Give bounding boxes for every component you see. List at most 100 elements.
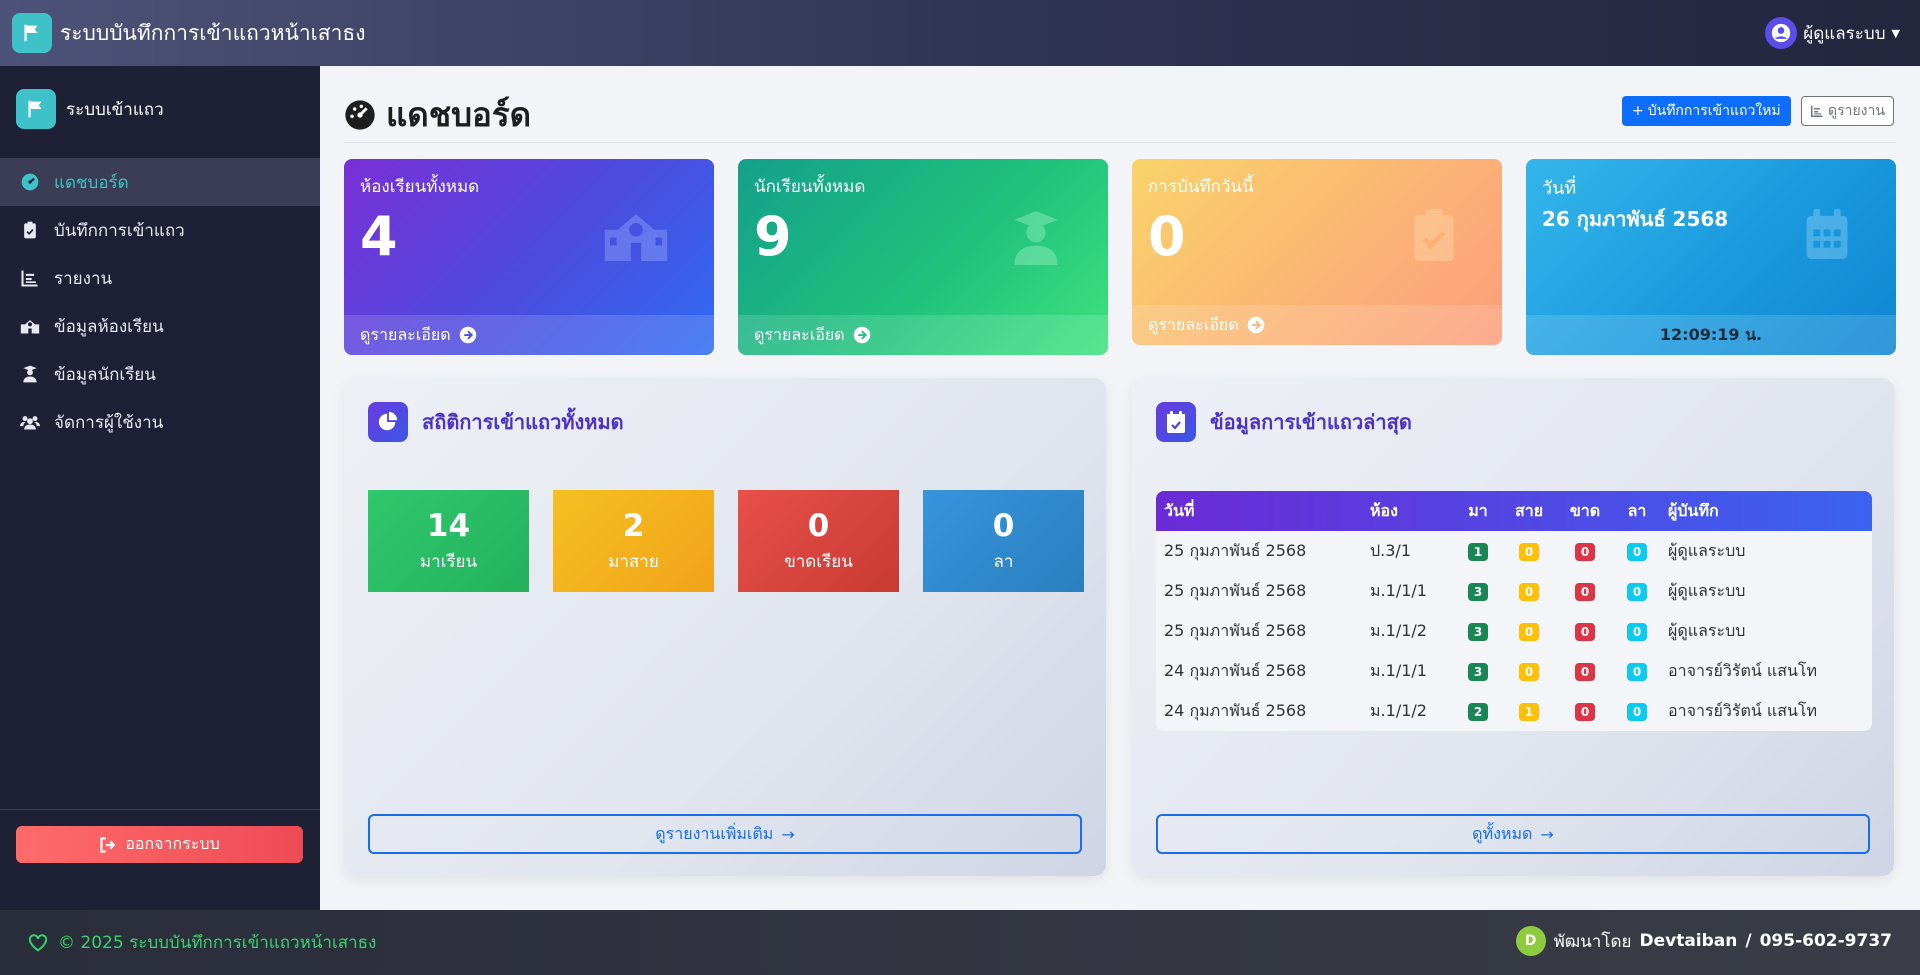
footer-developer: D พัฒนาโดย Devtaiban / 095-602-9737 bbox=[1515, 926, 1892, 956]
leave-stat: 0 ลา bbox=[923, 490, 1084, 592]
absent-stat: 0 ขาดเรียน bbox=[738, 490, 899, 592]
school-icon bbox=[20, 320, 40, 334]
view-all-button[interactable]: ดูทั้งหมด → bbox=[1156, 814, 1870, 854]
present-badge: 3 bbox=[1468, 583, 1488, 601]
sidebar-menu: แดชบอร์ด บันทึกการเข้าแถว รายงาน ข้อมูลห… bbox=[0, 158, 320, 446]
cell-date: 24 กุมภาพันธ์ 2568 bbox=[1164, 660, 1307, 680]
logout-button[interactable]: ออกจากระบบ bbox=[16, 826, 303, 863]
new-attendance-label: บันทึกการเข้าแถวใหม่ bbox=[1647, 103, 1781, 119]
user-menu[interactable]: ผู้ดูแลระบบ ▼ bbox=[1765, 17, 1900, 49]
arrow-circle-right-icon bbox=[459, 326, 476, 344]
leave-badge: 0 bbox=[1627, 703, 1647, 721]
sidebar-brand-name: ระบบเข้าแถว bbox=[66, 99, 164, 120]
plus-icon: + bbox=[1632, 103, 1644, 119]
card-footer-link[interactable]: ดูรายละเอียด bbox=[738, 315, 1108, 355]
flag-icon[interactable] bbox=[12, 13, 52, 53]
cell-date: 25 กุมภาพันธ์ 2568 bbox=[1164, 540, 1307, 560]
table-header-row: วันที่ ห้อง มา สาย ขาด ลา ผู้บันทึก bbox=[1156, 491, 1872, 531]
cell-date: 24 กุมภาพันธ์ 2568 bbox=[1164, 700, 1307, 720]
card-footer-link[interactable]: ดูรายละเอียด bbox=[1132, 305, 1502, 345]
tachometer-icon bbox=[345, 99, 375, 130]
column-header: ผู้บันทึก bbox=[1668, 500, 1719, 520]
present-badge: 3 bbox=[1468, 623, 1488, 641]
stat-label: ลา bbox=[993, 551, 1014, 572]
sidebar-item-users[interactable]: จัดการผู้ใช้งาน bbox=[0, 398, 320, 446]
teacher-icon bbox=[23, 365, 37, 383]
sidebar-item-dashboard[interactable]: แดชบอร์ด bbox=[0, 158, 320, 206]
chart-icon bbox=[1811, 105, 1823, 117]
more-report-button[interactable]: ดูรายงานเพิ่มเติม → bbox=[368, 814, 1082, 854]
view-report-label: ดูรายงาน bbox=[1828, 103, 1885, 119]
present-badge: 2 bbox=[1468, 703, 1488, 721]
late-stat: 2 มาสาย bbox=[553, 490, 714, 592]
clipboard-check-icon bbox=[1414, 209, 1454, 261]
caret-down-icon: ▼ bbox=[1891, 26, 1900, 40]
card-label: ห้องเรียนทั้งหมด bbox=[360, 177, 480, 197]
card-footer-label: ดูรายละเอียด bbox=[754, 324, 845, 344]
card-label: นักเรียนทั้งหมด bbox=[754, 177, 866, 197]
panel-title: สถิติการเข้าแถวทั้งหมด bbox=[422, 410, 624, 434]
sidebar-item-attendance[interactable]: บันทึกการเข้าแถว bbox=[0, 206, 320, 254]
card-label: การบันทึกวันนี้ bbox=[1148, 177, 1254, 197]
present-stat: 14 มาเรียน bbox=[368, 490, 529, 592]
table-row: 24 กุมภาพันธ์ 2568 ม.1/1/1 3 0 0 0 อาจาร… bbox=[1156, 651, 1872, 691]
cell-recorder: อาจารย์วิรัตน์ แสนโท bbox=[1668, 700, 1818, 720]
column-header: วันที่ bbox=[1164, 500, 1195, 520]
date-card: วันที่ 26 กุมภาพันธ์ 2568 12:09:19 น. bbox=[1526, 159, 1896, 355]
absent-badge: 0 bbox=[1575, 543, 1595, 561]
current-date: 26 กุมภาพันธ์ 2568 bbox=[1542, 207, 1729, 231]
dashboard-icon bbox=[21, 173, 39, 191]
sidebar-item-label: รายงาน bbox=[54, 268, 113, 289]
sidebar-item-label: บันทึกการเข้าแถว bbox=[54, 220, 185, 241]
clock-display: 12:09:19 น. bbox=[1526, 315, 1896, 355]
developer-phone[interactable]: 095-602-9737 bbox=[1760, 931, 1892, 951]
today-records-card: การบันทึกวันนี้ 0 ดูรายละเอียด bbox=[1132, 159, 1502, 345]
column-header: สาย bbox=[1514, 500, 1544, 520]
card-footer-link[interactable]: ดูรายละเอียด bbox=[344, 315, 714, 355]
new-attendance-button[interactable]: + บันทึกการเข้าแถวใหม่ bbox=[1622, 96, 1791, 126]
panel-header: สถิติการเข้าแถวทั้งหมด bbox=[368, 402, 624, 442]
absent-badge: 0 bbox=[1575, 703, 1595, 721]
column-header: ลา bbox=[1627, 500, 1647, 520]
cell-date: 25 กุมภาพันธ์ 2568 bbox=[1164, 620, 1307, 640]
cell-room: ม.1/1/1 bbox=[1370, 580, 1427, 600]
view-report-button[interactable]: ดูรายงาน bbox=[1801, 96, 1894, 126]
card-footer-label: ดูรายละเอียด bbox=[1148, 314, 1239, 334]
top-navbar: ระบบบันทึกการเข้าแถวหน้าเสาธง ผู้ดูแลระบ… bbox=[0, 0, 1920, 66]
cell-room: ม.1/1/1 bbox=[1370, 660, 1427, 680]
sidebar-item-report[interactable]: รายงาน bbox=[0, 254, 320, 302]
late-badge: 0 bbox=[1519, 543, 1539, 561]
stat-value: 14 bbox=[426, 507, 471, 544]
table-row: 25 กุมภาพันธ์ 2568 ป.3/1 1 0 0 0 ผู้ดูแล… bbox=[1156, 531, 1872, 571]
cell-room: ป.3/1 bbox=[1370, 540, 1411, 560]
header-divider bbox=[344, 142, 1896, 143]
app-title[interactable]: ระบบบันทึกการเข้าแถวหน้าเสาธง bbox=[60, 17, 365, 50]
cell-room: ม.1/1/2 bbox=[1370, 700, 1427, 720]
arrow-circle-right-icon bbox=[853, 326, 870, 344]
sidebar-item-students[interactable]: ข้อมูลนักเรียน bbox=[0, 350, 320, 398]
sidebar-item-label: ข้อมูลห้องเรียน bbox=[54, 316, 164, 337]
sidebar-item-classrooms[interactable]: ข้อมูลห้องเรียน bbox=[0, 302, 320, 350]
card-value: 0 bbox=[1148, 205, 1186, 268]
late-badge: 0 bbox=[1519, 583, 1539, 601]
column-header: ห้อง bbox=[1370, 500, 1398, 520]
view-all-label: ดูทั้งหมด bbox=[1472, 823, 1533, 843]
developer-name[interactable]: Devtaiban bbox=[1639, 931, 1737, 951]
chart-icon bbox=[21, 270, 38, 287]
developer-logo-icon: D bbox=[1515, 926, 1546, 956]
stat-label: มาเรียน bbox=[419, 551, 478, 572]
sidebar-item-label: ข้อมูลนักเรียน bbox=[54, 364, 156, 385]
user-circle-icon bbox=[1765, 17, 1798, 49]
cell-recorder: ผู้ดูแลระบบ bbox=[1668, 540, 1746, 560]
stat-label: ขาดเรียน bbox=[784, 551, 853, 572]
footer-separator: / bbox=[1745, 931, 1752, 951]
users-icon bbox=[20, 416, 40, 430]
page-footer: © 2025 ระบบบันทึกการเข้าแถวหน้าเสาธง D พ… bbox=[0, 910, 1920, 975]
table-row: 24 กุมภาพันธ์ 2568 ม.1/1/2 2 1 0 0 อาจาร… bbox=[1156, 691, 1872, 731]
card-footer-label: ดูรายละเอียด bbox=[360, 324, 451, 344]
stat-value: 2 bbox=[622, 507, 645, 544]
stat-value: 0 bbox=[807, 507, 830, 544]
arrow-right-icon: → bbox=[781, 824, 795, 844]
late-badge: 0 bbox=[1519, 623, 1539, 641]
present-badge: 1 bbox=[1468, 543, 1488, 561]
